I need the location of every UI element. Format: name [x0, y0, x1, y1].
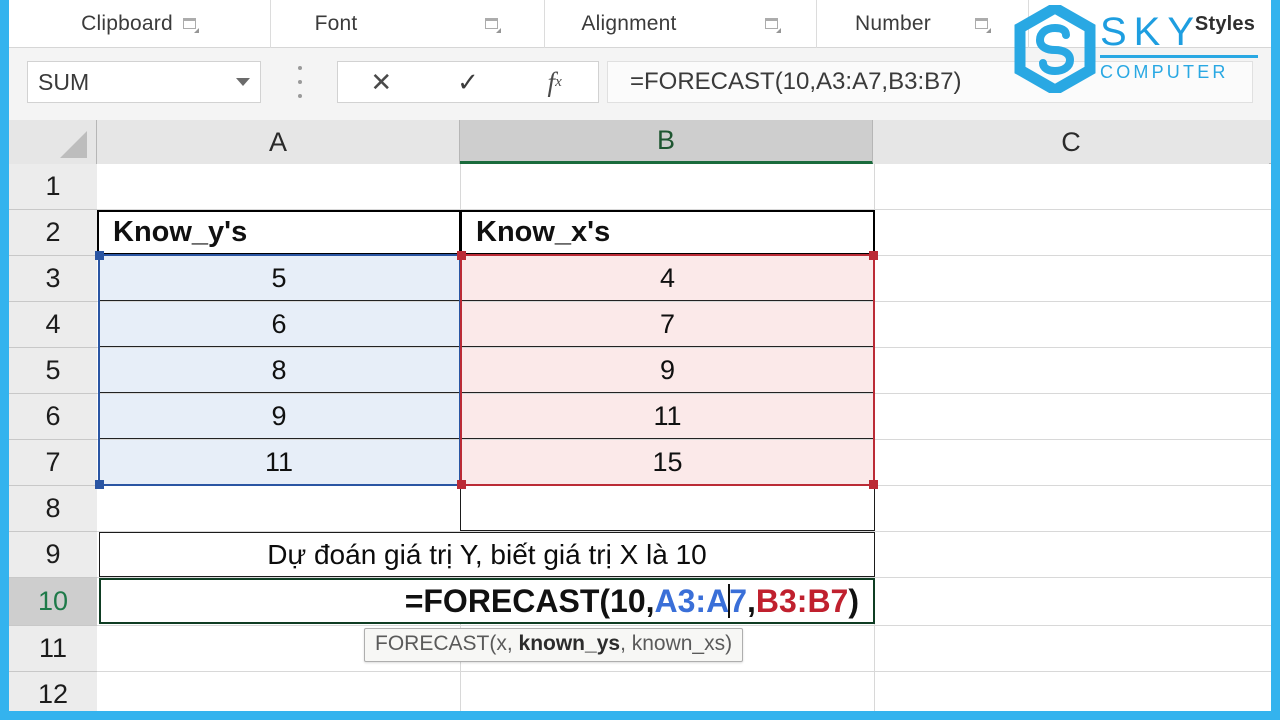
cell-a4[interactable]: 6 — [99, 302, 459, 347]
row-header-1[interactable]: 1 — [9, 164, 97, 210]
formula-input[interactable]: =FORECAST(10,A3:A7,B3:B7) — [607, 61, 1253, 103]
cell-a8[interactable] — [97, 486, 460, 531]
cell-b5[interactable]: 9 — [462, 348, 873, 393]
row-header-10[interactable]: 10 — [9, 578, 97, 626]
ribbon-group-clipboard[interactable]: Clipboard — [9, 0, 271, 48]
ribbon-group-label: Clipboard — [81, 12, 173, 35]
cell-a6[interactable]: 9 — [99, 394, 459, 439]
name-box-value: SUM — [38, 68, 90, 95]
cancel-formula-button[interactable]: ✕ — [350, 62, 412, 102]
screentip-pre: FORECAST(x, — [375, 632, 519, 655]
cell-area: Know_y's Know_x's 5 6 8 9 11 4 7 9 11 15… — [95, 164, 1271, 711]
more-options-icon[interactable] — [297, 66, 303, 98]
row-header-8[interactable]: 8 — [9, 486, 97, 532]
function-screentip: FORECAST(x, known_ys, known_xs) — [364, 628, 744, 662]
cell-a7[interactable]: 11 — [99, 440, 459, 485]
select-all-triangle-icon — [60, 131, 87, 158]
formula-token-prefix: =FORECAST(10, — [404, 582, 655, 619]
column-header-a[interactable]: A — [97, 120, 460, 164]
screentip-post: , known_xs) — [620, 632, 733, 655]
cell-b4[interactable]: 7 — [462, 302, 873, 347]
cell-a2[interactable]: Know_y's — [97, 210, 461, 255]
name-box[interactable]: SUM — [27, 61, 261, 103]
formula-token-known-ys-a: A3:A — [654, 582, 730, 619]
ribbon-group-label-strip: Clipboard Font Alignment Number Styles — [9, 0, 1271, 48]
worksheet-grid: A B C 1 2 3 4 5 6 7 8 9 10 11 12 Know_y'… — [9, 120, 1271, 711]
row-header-2[interactable]: 2 — [9, 210, 97, 256]
row-header-12[interactable]: 12 — [9, 672, 97, 711]
cell-b6[interactable]: 11 — [462, 394, 873, 439]
row-header-6[interactable]: 6 — [9, 394, 97, 440]
row-header-9[interactable]: 9 — [9, 532, 97, 578]
cell-b7[interactable]: 15 — [462, 440, 873, 485]
cell-b8-border — [460, 486, 875, 531]
column-header-b[interactable]: B — [460, 120, 873, 164]
row-header-11[interactable]: 11 — [9, 626, 97, 672]
ribbon-group-label: Styles — [1194, 12, 1256, 35]
screentip-active-arg: known_ys — [518, 632, 621, 655]
ribbon-group-label: Font — [314, 12, 358, 35]
dialog-launcher-icon[interactable] — [182, 17, 199, 33]
row-header-4[interactable]: 4 — [9, 302, 97, 348]
formula-token-known-xs: B3:B7 — [755, 582, 849, 619]
dialog-launcher-icon[interactable] — [764, 17, 781, 33]
cell-a10-editing[interactable]: =FORECAST(10, A3:A 7, B3:B7) — [99, 578, 875, 624]
chevron-down-icon[interactable] — [236, 78, 250, 86]
formula-token-known-ys-b: 7 — [729, 582, 747, 619]
select-all-corner[interactable] — [9, 120, 97, 164]
ribbon-group-font[interactable]: Font — [271, 0, 545, 48]
formula-bar: SUM ✕ ✓ fx =FORECAST(10,A3:A7,B3:B7) — [9, 48, 1271, 120]
dialog-launcher-icon[interactable] — [485, 17, 502, 33]
formula-action-buttons: ✕ ✓ fx — [337, 61, 599, 103]
cell-a9-note[interactable]: Dự đoán giá trị Y, biết giá trị X là 10 — [99, 532, 875, 577]
column-header-c[interactable]: C — [873, 120, 1269, 164]
cell-a5[interactable]: 8 — [99, 348, 459, 393]
dialog-launcher-icon[interactable] — [974, 17, 991, 33]
cell-a3[interactable]: 5 — [99, 256, 459, 301]
excel-window: Clipboard Font Alignment Number Styles S… — [0, 0, 1280, 720]
column-header-row: A B C — [9, 120, 1271, 164]
formula-token-comma: , — [746, 582, 756, 619]
row-header-5[interactable]: 5 — [9, 348, 97, 394]
ribbon-group-number[interactable]: Number — [817, 0, 1029, 48]
enter-formula-button[interactable]: ✓ — [437, 62, 499, 102]
formula-token-suffix: ) — [848, 582, 859, 619]
ribbon-group-label: Number — [855, 12, 931, 35]
row-header-7[interactable]: 7 — [9, 440, 97, 486]
ribbon-group-styles[interactable]: Styles — [1029, 0, 1271, 48]
ribbon-group-alignment[interactable]: Alignment — [545, 0, 817, 48]
ribbon-group-label: Alignment — [581, 12, 677, 35]
cell-b3[interactable]: 4 — [462, 256, 873, 301]
insert-function-icon[interactable]: fx — [524, 62, 586, 102]
row-header-column: 1 2 3 4 5 6 7 8 9 10 11 12 — [9, 164, 97, 711]
row-header-3[interactable]: 3 — [9, 256, 97, 302]
cell-b2[interactable]: Know_x's — [460, 210, 875, 255]
